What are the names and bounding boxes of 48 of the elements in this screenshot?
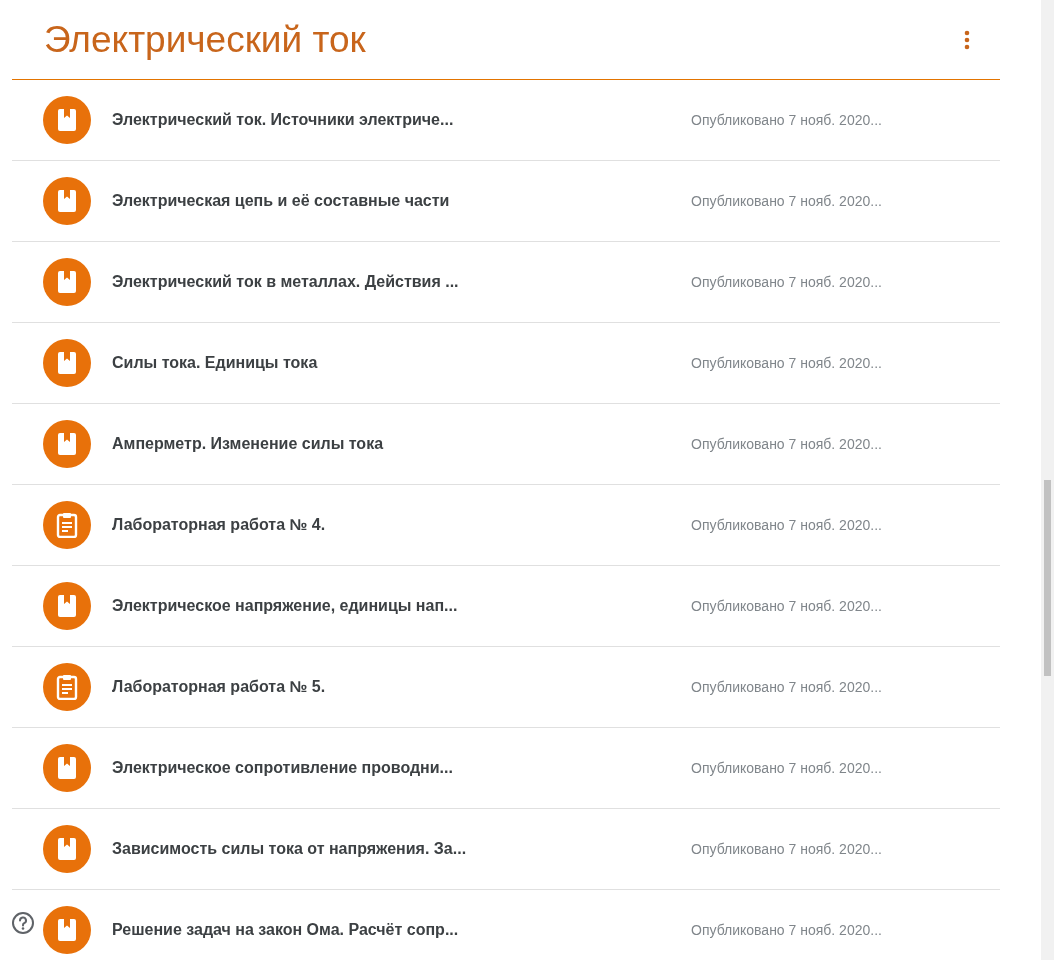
bookmark-icon (56, 189, 78, 213)
publish-date: Опубликовано 7 нояб. 2020... (691, 355, 882, 371)
classwork-item[interactable]: Электрическая цепь и её составные части Опубликовано 7 нояб. 2020... (12, 161, 1000, 242)
classwork-item[interactable]: Амперметр. Изменение силы тока Опубликовано 7 нояб. 2020... (12, 404, 1000, 485)
item-title: Электрический ток в металлах. Действия ... (112, 273, 460, 291)
scrollbar-thumb[interactable] (1044, 480, 1051, 676)
clipboard-icon (56, 674, 78, 700)
item-title: Электрическое сопротивление проводни... (112, 759, 454, 777)
classwork-item[interactable]: Электрическое напряжение, единицы нап... Опубликовано 7 нояб. 2020... (12, 566, 1000, 647)
classwork-item[interactable]: Лабораторная работа № 4. Опубликовано 7 нояб. 2020... (12, 485, 1000, 566)
publish-date: Опубликовано 7 нояб. 2020... (691, 517, 882, 533)
classwork-item[interactable]: Электрическое сопротивление проводни... Опубликовано 7 нояб. 2020... (12, 728, 1000, 809)
item-title: Зависимость силы тока от напряжения. За... (112, 840, 468, 858)
item-title: Лабораторная работа № 4. (112, 516, 327, 534)
item-title: Амперметр. Изменение силы тока (112, 435, 385, 453)
scrollbar[interactable] (1041, 0, 1054, 960)
bookmark-icon (56, 270, 78, 294)
publish-date: Опубликовано 7 нояб. 2020... (691, 193, 882, 209)
item-title: Электрический ток. Источники электриче... (112, 111, 455, 129)
publish-date: Опубликовано 7 нояб. 2020... (691, 274, 882, 290)
classwork-item[interactable]: Зависимость силы тока от напряжения. За... Опубликовано 7 нояб. 2020... (12, 809, 1000, 890)
item-title: Решение задач на закон Ома. Расчёт сопр... (112, 921, 460, 939)
classwork-item[interactable]: Электрический ток в металлах. Действия ... Опубликовано 7 нояб. 2020... (12, 242, 1000, 323)
clipboard-icon (56, 512, 78, 538)
publish-date: Опубликовано 7 нояб. 2020... (691, 598, 882, 614)
bookmark-icon (56, 432, 78, 456)
bookmark-icon (56, 108, 78, 132)
item-title: Лабораторная работа № 5. (112, 678, 327, 696)
classwork-item[interactable]: Лабораторная работа № 5. Опубликовано 7 нояб. 2020... (12, 647, 1000, 728)
classwork-item[interactable]: Силы тока. Единицы тока Опубликовано 7 нояб. 2020... (12, 323, 1000, 404)
item-title: Силы тока. Единицы тока (112, 354, 319, 372)
bookmark-icon (56, 594, 78, 618)
more-vertical-icon (964, 30, 970, 50)
bookmark-icon (56, 837, 78, 861)
publish-date: Опубликовано 7 нояб. 2020... (691, 436, 882, 452)
publish-date: Опубликовано 7 нояб. 2020... (691, 760, 882, 776)
classwork-item[interactable]: Электрический ток. Источники электриче... Опубликовано 7 нояб. 2020... (12, 80, 1000, 161)
publish-date: Опубликовано 7 нояб. 2020... (691, 922, 882, 938)
help-icon (11, 911, 35, 935)
publish-date: Опубликовано 7 нояб. 2020... (691, 112, 882, 128)
bookmark-icon (56, 756, 78, 780)
publish-date: Опубликовано 7 нояб. 2020... (691, 679, 882, 695)
bookmark-icon (56, 351, 78, 375)
item-title: Электрическое напряжение, единицы нап... (112, 597, 459, 615)
item-title: Электрическая цепь и её составные части (112, 192, 451, 210)
publish-date: Опубликовано 7 нояб. 2020... (691, 841, 882, 857)
topic-title: Электрический ток (44, 19, 366, 61)
bookmark-icon (56, 918, 78, 942)
